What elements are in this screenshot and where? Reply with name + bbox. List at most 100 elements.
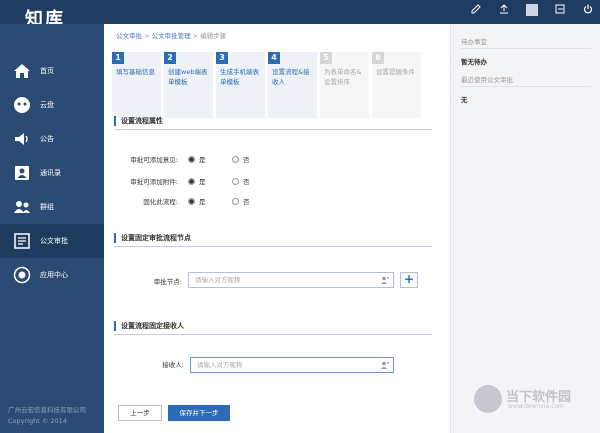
section-title-receiver: 设置流程固定接收人 [114, 321, 432, 331]
contacts-icon [12, 163, 32, 183]
property-row-opinion: 审批可添加意见: 是 否 [104, 154, 404, 164]
breadcrumb-separator: > [142, 32, 152, 40]
step-number: 4 [268, 52, 280, 64]
step-5[interactable]: 5 为表单命名&设置排序 [320, 52, 370, 118]
sidebar-item-label: 公告 [40, 135, 54, 143]
radio-label: 是 [199, 198, 206, 206]
wizard-steps: 1 填写基础信息 2 创建web端表单模板 3 生成手机端表单模板 4 设置流程… [112, 52, 428, 118]
footer-copyright: Copyright © 2014 [8, 417, 67, 425]
row-label: 固化此流程: [143, 198, 178, 206]
sidebar-item-label: 群组 [40, 203, 54, 211]
watermark-logo-icon [474, 385, 502, 413]
edit-icon[interactable] [470, 4, 482, 16]
field-label: 审批节点: [153, 278, 182, 286]
radio-dot [232, 177, 239, 185]
radio-yes[interactable]: 是 [188, 154, 206, 164]
sidebar-footer: 广州云宏信息科技有限公司 Copyright © 2014 [8, 405, 100, 427]
radio-dot [188, 155, 195, 163]
cloud-icon [12, 95, 32, 115]
radio-yes[interactable]: 是 [188, 196, 206, 206]
breadcrumb: 公文审批 > 公文审批管理 > 编辑步骤 [116, 30, 226, 40]
sidebar: 首页 云盘 公告 通讯录 群组 公文审批 应用中心 广州云宏信息科技有限公司 C… [0, 24, 104, 433]
radio-dot [232, 155, 239, 163]
step-1[interactable]: 1 填写基础信息 [112, 52, 162, 118]
radio-dot [188, 177, 195, 185]
todo-title: 待办事宜 [461, 38, 487, 46]
breadcrumb-current: 编辑步骤 [200, 32, 227, 40]
sidebar-item-label: 通讯录 [40, 169, 61, 177]
step-6[interactable]: 6 设置提醒条件 [372, 52, 422, 118]
approval-node-input[interactable]: 请输入对方昵称 [188, 272, 394, 288]
section-divider [114, 246, 432, 247]
sidebar-item-contacts[interactable]: 通讯录 [0, 156, 104, 190]
watermark-url: www.downxia.com [508, 403, 564, 410]
step-label: 生成手机端表单模板 [220, 68, 259, 86]
section-divider [114, 334, 432, 335]
footer-company: 广州云宏信息科技有限公司 [8, 406, 86, 414]
add-person-icon[interactable] [381, 361, 389, 369]
row-label: 审批可添加意见: [130, 156, 178, 164]
breadcrumb-separator: > [190, 32, 201, 40]
step-3[interactable]: 3 生成手机端表单模板 [216, 52, 266, 118]
radio-label: 是 [199, 178, 206, 186]
section-title-properties: 设置流程属性 [114, 116, 432, 126]
top-bar: 知库 [0, 0, 600, 30]
breadcrumb-link-management[interactable]: 公文审批管理 [152, 32, 191, 40]
section-divider [114, 129, 432, 130]
save-next-button[interactable]: 保存并下一步 [168, 405, 230, 421]
row-label: 审批可添加附件: [130, 178, 178, 186]
add-node-button[interactable]: + [400, 272, 418, 288]
sidebar-item-cloud[interactable]: 云盘 [0, 88, 104, 122]
breadcrumb-link-approval[interactable]: 公文审批 [116, 32, 142, 40]
todo-value: 暂无待办 [461, 58, 487, 66]
main-content: 公文审批 > 公文审批管理 > 编辑步骤 1 填写基础信息 2 创建web端表单… [104, 24, 450, 433]
logout-icon[interactable] [554, 4, 566, 16]
step-4[interactable]: 4 设置流程&接收人 [268, 52, 318, 118]
receiver-input[interactable]: 请输入对方昵称 [190, 357, 394, 373]
radio-dot [188, 197, 195, 205]
top-toolbar [470, 4, 594, 16]
step-label: 为表单命名&设置排序 [324, 68, 362, 86]
step-number: 6 [372, 52, 384, 64]
speaker-icon [12, 129, 32, 149]
step-2[interactable]: 2 创建web端表单模板 [164, 52, 214, 118]
step-label: 填写基础信息 [116, 68, 155, 76]
input-placeholder: 请输入对方昵称 [197, 361, 243, 369]
radio-no[interactable]: 否 [232, 196, 250, 206]
radio-label: 否 [243, 156, 250, 164]
add-person-icon[interactable] [381, 276, 389, 284]
power-icon[interactable] [582, 4, 594, 16]
step-label: 创建web端表单模板 [168, 68, 208, 86]
radio-no[interactable]: 否 [232, 154, 250, 164]
recent-title: 最近使用公文审批 [461, 76, 513, 84]
step-number: 1 [112, 52, 124, 64]
upload-icon[interactable] [498, 4, 510, 16]
group-icon [12, 197, 32, 217]
sidebar-item-notice[interactable]: 公告 [0, 122, 104, 156]
radio-label: 否 [243, 178, 250, 186]
step-label: 设置流程&接收人 [272, 68, 310, 86]
sidebar-item-label: 公文审批 [40, 237, 68, 245]
prev-step-button[interactable]: 上一步 [118, 405, 162, 421]
radio-no[interactable]: 否 [232, 176, 250, 186]
sidebar-item-label: 云盘 [40, 101, 54, 109]
panel-divider [461, 48, 591, 49]
step-number: 3 [216, 52, 228, 64]
sidebar-item-home[interactable]: 首页 [0, 54, 104, 88]
app-center-icon [12, 265, 32, 285]
section-title-nodes: 设置固定审批流程节点 [114, 233, 432, 243]
step-number: 2 [164, 52, 176, 64]
step-number: 5 [320, 52, 332, 64]
right-panel: 待办事宜 暂无待办 最近使用公文审批 无 当下软件园 www.downxia.c… [450, 24, 600, 433]
field-label: 接收人: [162, 361, 184, 369]
input-placeholder: 请输入对方昵称 [195, 276, 241, 284]
sidebar-item-approval[interactable]: 公文审批 [0, 224, 104, 258]
step-label: 设置提醒条件 [376, 68, 415, 76]
sidebar-item-app-center[interactable]: 应用中心 [0, 258, 104, 292]
radio-yes[interactable]: 是 [188, 176, 206, 186]
radio-dot [232, 197, 239, 205]
sidebar-item-groups[interactable]: 群组 [0, 190, 104, 224]
user-avatar[interactable] [526, 4, 538, 16]
sidebar-item-label: 首页 [40, 67, 54, 75]
sidebar-item-label: 应用中心 [40, 271, 68, 279]
